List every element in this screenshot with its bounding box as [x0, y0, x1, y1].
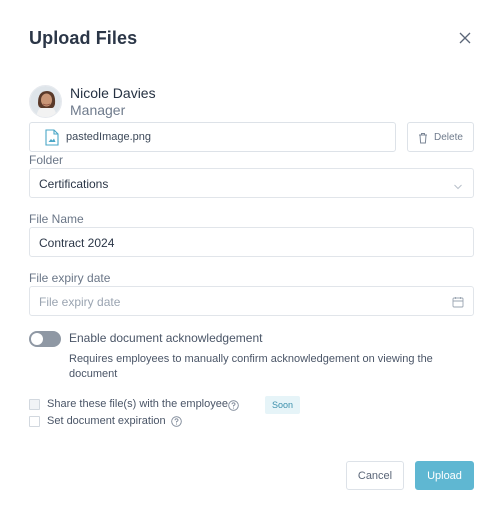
trash-icon	[418, 131, 428, 144]
close-icon[interactable]	[457, 30, 473, 46]
acknowledgement-toggle[interactable]	[29, 331, 61, 347]
file-name-input[interactable]: Contract 2024	[29, 227, 474, 257]
share-with-employee-label: Share these file(s) with the employee	[47, 398, 228, 410]
file-name: pastedImage.png	[66, 131, 152, 143]
set-expiration-label: Set document expiration	[47, 415, 166, 427]
file-name-value: Contract 2024	[39, 236, 115, 250]
acknowledgement-description: Requires employees to manually confirm a…	[69, 353, 433, 380]
dialog-title: Upload Files	[29, 28, 138, 48]
acknowledgement-label: Enable document acknowledgement	[69, 331, 263, 345]
attached-file: pastedImage.png	[29, 122, 396, 152]
user-role: Manager	[70, 102, 126, 118]
set-expiration-checkbox[interactable]	[29, 416, 40, 427]
upload-files-dialog: Upload Files Nicole Davies Manager paste…	[0, 0, 502, 518]
chevron-down-icon	[453, 179, 463, 190]
expiry-date-placeholder: File expiry date	[39, 295, 121, 309]
delete-file-button[interactable]: Delete	[407, 122, 474, 152]
toggle-knob	[31, 333, 43, 345]
share-with-employee-checkbox[interactable]	[29, 399, 40, 410]
cancel-button[interactable]: Cancel	[346, 461, 404, 490]
image-file-icon	[45, 129, 59, 146]
soon-badge: Soon	[265, 396, 300, 414]
user-name: Nicole Davies	[70, 85, 156, 101]
expiry-date-input[interactable]: File expiry date	[29, 286, 474, 316]
calendar-icon[interactable]	[452, 295, 464, 308]
upload-button[interactable]: Upload	[415, 461, 474, 490]
folder-label: Folder	[29, 153, 64, 167]
help-icon[interactable]	[171, 414, 182, 427]
file-name-label: File Name	[29, 212, 84, 226]
avatar	[29, 85, 62, 118]
help-icon[interactable]	[228, 398, 239, 411]
folder-value: Certifications	[39, 177, 109, 191]
delete-button-label: Delete	[434, 132, 463, 143]
expiry-date-label: File expiry date	[29, 271, 111, 285]
folder-select[interactable]: Certifications	[29, 168, 474, 198]
